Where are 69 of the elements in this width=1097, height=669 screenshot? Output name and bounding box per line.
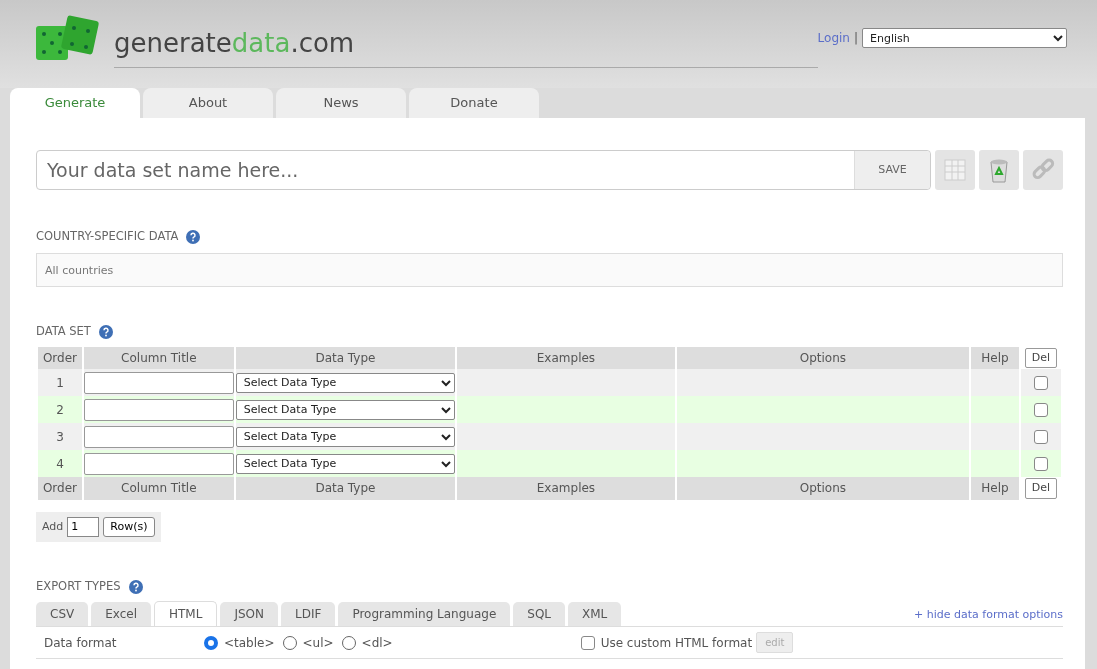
export-tab[interactable]: Programming Language [338, 602, 511, 627]
nav-tab[interactable]: News [276, 88, 406, 118]
delete-checkbox[interactable] [1034, 376, 1048, 390]
separator: | [853, 30, 858, 47]
column-header: Examples [457, 477, 675, 500]
export-tab[interactable]: CSV [36, 602, 89, 627]
export-tab[interactable]: HTML [154, 601, 218, 627]
section-title: DATA SET [36, 323, 91, 341]
column-header: Data Type [235, 346, 456, 369]
column-header: Options [676, 477, 970, 500]
radio-button[interactable] [282, 635, 297, 650]
radio-label: <table> [224, 634, 275, 652]
export-tab[interactable]: SQL [513, 602, 566, 627]
column-header: Help [971, 477, 1019, 500]
help-icon [186, 229, 201, 244]
column-header: Options [676, 346, 970, 369]
help-icon [98, 324, 113, 339]
radio-label: <ul> [302, 634, 334, 652]
export-tab[interactable]: XML [568, 602, 622, 627]
table-icon [942, 156, 968, 184]
toggle-options-link[interactable]: + hide data format options [914, 606, 1063, 627]
nav-tab[interactable]: About [143, 88, 273, 118]
column-header: Column Title [83, 346, 234, 369]
section-title: EXPORT TYPES [36, 578, 121, 595]
export-tab[interactable]: JSON [220, 602, 278, 627]
help-icon [128, 579, 143, 594]
data-set-name-field[interactable]: Your data set name here... SAVE [36, 150, 931, 190]
export-tab[interactable]: Excel [91, 602, 151, 627]
order-cell: 3 [38, 423, 82, 450]
language-select[interactable]: English [862, 28, 1067, 48]
radio-button[interactable] [341, 635, 356, 650]
order-cell: 4 [38, 450, 82, 477]
column-header: Order [38, 346, 82, 369]
data-type-select[interactable]: Select Data Type [235, 372, 456, 393]
delete-checkbox[interactable] [1034, 430, 1048, 444]
country-field[interactable]: All countries [36, 253, 1063, 288]
save-button[interactable]: SAVE [854, 151, 930, 189]
delete-checkbox[interactable] [1034, 457, 1048, 471]
delete-button[interactable]: Del [1024, 478, 1058, 499]
column-title-field[interactable] [83, 425, 234, 448]
column-header: Data Type [235, 477, 456, 500]
export-tab[interactable]: LDIF [281, 602, 336, 627]
column-header: Order [38, 477, 82, 500]
add-label: Add [42, 518, 64, 535]
data-type-select[interactable]: Select Data Type [235, 453, 456, 474]
row-count-field[interactable]: 1 [67, 516, 100, 537]
custom-format-label: Use custom HTML format [600, 634, 753, 652]
column-header: Examples [457, 346, 675, 369]
data-type-select[interactable]: Select Data Type [235, 426, 456, 447]
radio-button[interactable] [204, 635, 218, 650]
column-title-field[interactable] [83, 398, 234, 421]
section-title: COUNTRY-SPECIFIC DATA [36, 228, 179, 245]
column-header: Column Title [83, 477, 234, 500]
order-cell: 2 [38, 396, 82, 423]
column-title-field[interactable] [83, 452, 234, 475]
recycle-bin-button[interactable] [979, 150, 1019, 190]
delete-checkbox[interactable] [1034, 403, 1048, 417]
data-type-select[interactable]: Select Data Type [235, 399, 456, 420]
custom-format-checkbox[interactable] [580, 635, 595, 650]
order-cell: 1 [38, 369, 82, 396]
add-rows-button[interactable]: Row(s) [103, 516, 155, 537]
delete-button[interactable]: Del [1024, 347, 1058, 368]
column-header: Help [971, 346, 1019, 369]
site-logo-text: generatedata.com [114, 30, 356, 56]
nav-tab[interactable]: Generate [10, 88, 140, 118]
radio-label: <dl> [361, 634, 393, 652]
nav-tab[interactable]: Donate [409, 88, 539, 118]
data-format-label: Data format [44, 634, 118, 652]
column-title-field[interactable] [83, 371, 234, 394]
